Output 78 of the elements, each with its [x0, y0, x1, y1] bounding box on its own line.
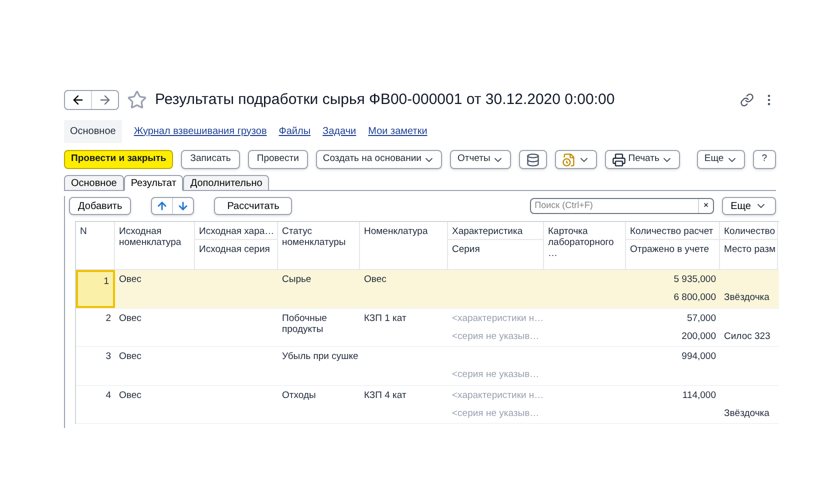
table-cell: <серия не указыв…	[452, 408, 540, 418]
table-cell: 5 935,000	[674, 274, 716, 285]
table-cell: КЗП 1 кат	[364, 312, 406, 324]
menu-button[interactable]: Еще	[697, 150, 745, 169]
column-header: Место разм	[723, 243, 777, 257]
table-cell: 114,000	[682, 390, 716, 400]
star-icon[interactable]	[127, 90, 147, 110]
nav-link[interactable]: Основное	[64, 120, 122, 142]
column-header: N	[79, 225, 88, 237]
table-row[interactable]: 2 Овес Побочные продукты КЗП 1 кат <характеристики н… <серия не указыв… 57,000 200,000 Силос 323	[76, 308, 779, 347]
tab[interactable]: Результат	[124, 175, 184, 191]
calculate-button[interactable]: Рассчитать	[214, 197, 292, 215]
table-cell: КЗП 4 кат	[364, 390, 406, 400]
table-cell: Убыль при сушке	[282, 351, 358, 362]
column-header: Исходная хара…	[195, 222, 277, 240]
post-and-close-button[interactable]: Провести и закрыть	[64, 150, 174, 169]
table-cell: 6 800,000	[674, 292, 716, 303]
menu-button[interactable]: Создать на основании	[316, 150, 442, 169]
printer-icon	[612, 152, 626, 166]
more-button[interactable]: Еще	[722, 197, 776, 215]
menu-button[interactable]: Отчеты	[450, 150, 512, 169]
table-cell: 200,000	[682, 330, 716, 342]
clear-search-button[interactable]: ×	[698, 199, 713, 213]
table-cell: Овес	[364, 274, 386, 285]
table-cell: Овес	[119, 312, 142, 324]
toolbar-button[interactable]: Записать	[181, 150, 240, 169]
down-arrow-icon	[177, 200, 190, 212]
table-cell: 2	[106, 312, 111, 324]
table-cell: Силос 323	[724, 330, 770, 342]
search-field[interactable]: Поиск (Ctrl+F) ×	[530, 198, 714, 214]
table-row[interactable]: 1 Овес Сырье Овес 5 935,000 6 800,000 Звёздочка	[76, 270, 779, 308]
column-header: Количество расчет	[626, 222, 719, 240]
add-button[interactable]: Добавить	[69, 197, 132, 215]
link-icon[interactable]	[740, 93, 754, 107]
table-cell: <характеристики н…	[452, 312, 544, 324]
column-header: Статус номенклатуры	[281, 225, 347, 248]
table-cell: Овес	[119, 274, 142, 285]
table-cell: <серия не указыв…	[452, 330, 540, 342]
table-cell: Звёздочка	[724, 408, 770, 418]
table-cell: 4	[106, 390, 111, 400]
forward-arrow-icon	[98, 93, 112, 107]
table-cell: 57,000	[686, 312, 716, 324]
nav-link[interactable]: Мои заметки	[368, 124, 428, 138]
print-button[interactable]: Печать	[605, 150, 680, 169]
table-cell: <серия не указыв…	[452, 369, 540, 380]
column-header: Карточка лабораторного …	[547, 225, 615, 259]
column-header: Количество	[720, 222, 777, 240]
list-button[interactable]	[519, 150, 548, 169]
database-icon	[526, 152, 540, 166]
column-header: Серия	[451, 243, 481, 257]
table-cell: <характеристики н…	[452, 390, 544, 400]
table-cell: Сырье	[282, 274, 312, 285]
column-header: Номенклатура	[363, 225, 429, 237]
document-menu-button[interactable]	[555, 150, 598, 169]
table-cell: 3	[106, 351, 111, 362]
toolbar-button[interactable]: ?	[752, 150, 776, 169]
table-cell: Звёздочка	[724, 292, 770, 303]
tab[interactable]: Основное	[64, 175, 124, 191]
nav-link[interactable]: Файлы	[278, 124, 311, 138]
nav-link[interactable]: Журнал взвешивания грузов	[134, 124, 267, 138]
column-header: Исходная номенклатура	[118, 225, 182, 248]
tab[interactable]: Дополнительно	[183, 175, 270, 191]
column-header: Отражено в учете	[629, 243, 710, 257]
table-row[interactable]: 4 Овес Отходы КЗП 4 кат <характеристики н… <серия не указыв… 114,000 Звёздочка	[76, 386, 779, 424]
table-cell: Овес	[119, 351, 142, 362]
document-icon	[562, 152, 576, 166]
table-cell: 994,000	[682, 351, 716, 362]
window-title: Результаты подработки сырья ФВ00-000001 от 30.12.2020 0:00:00	[155, 90, 615, 110]
column-header: Характеристика	[448, 222, 543, 240]
table-cell: 1	[104, 276, 109, 287]
table-cell: Овес	[119, 390, 142, 400]
toolbar-button[interactable]: Провести	[248, 150, 308, 169]
column-header: Исходная серия	[198, 243, 271, 257]
up-arrow-icon	[156, 200, 168, 212]
table-cell: Отходы	[282, 390, 316, 400]
current-cell[interactable]: 1	[76, 270, 115, 308]
nav-link[interactable]: Задачи	[322, 124, 356, 138]
table-cell: Побочные продукты	[282, 312, 327, 334]
